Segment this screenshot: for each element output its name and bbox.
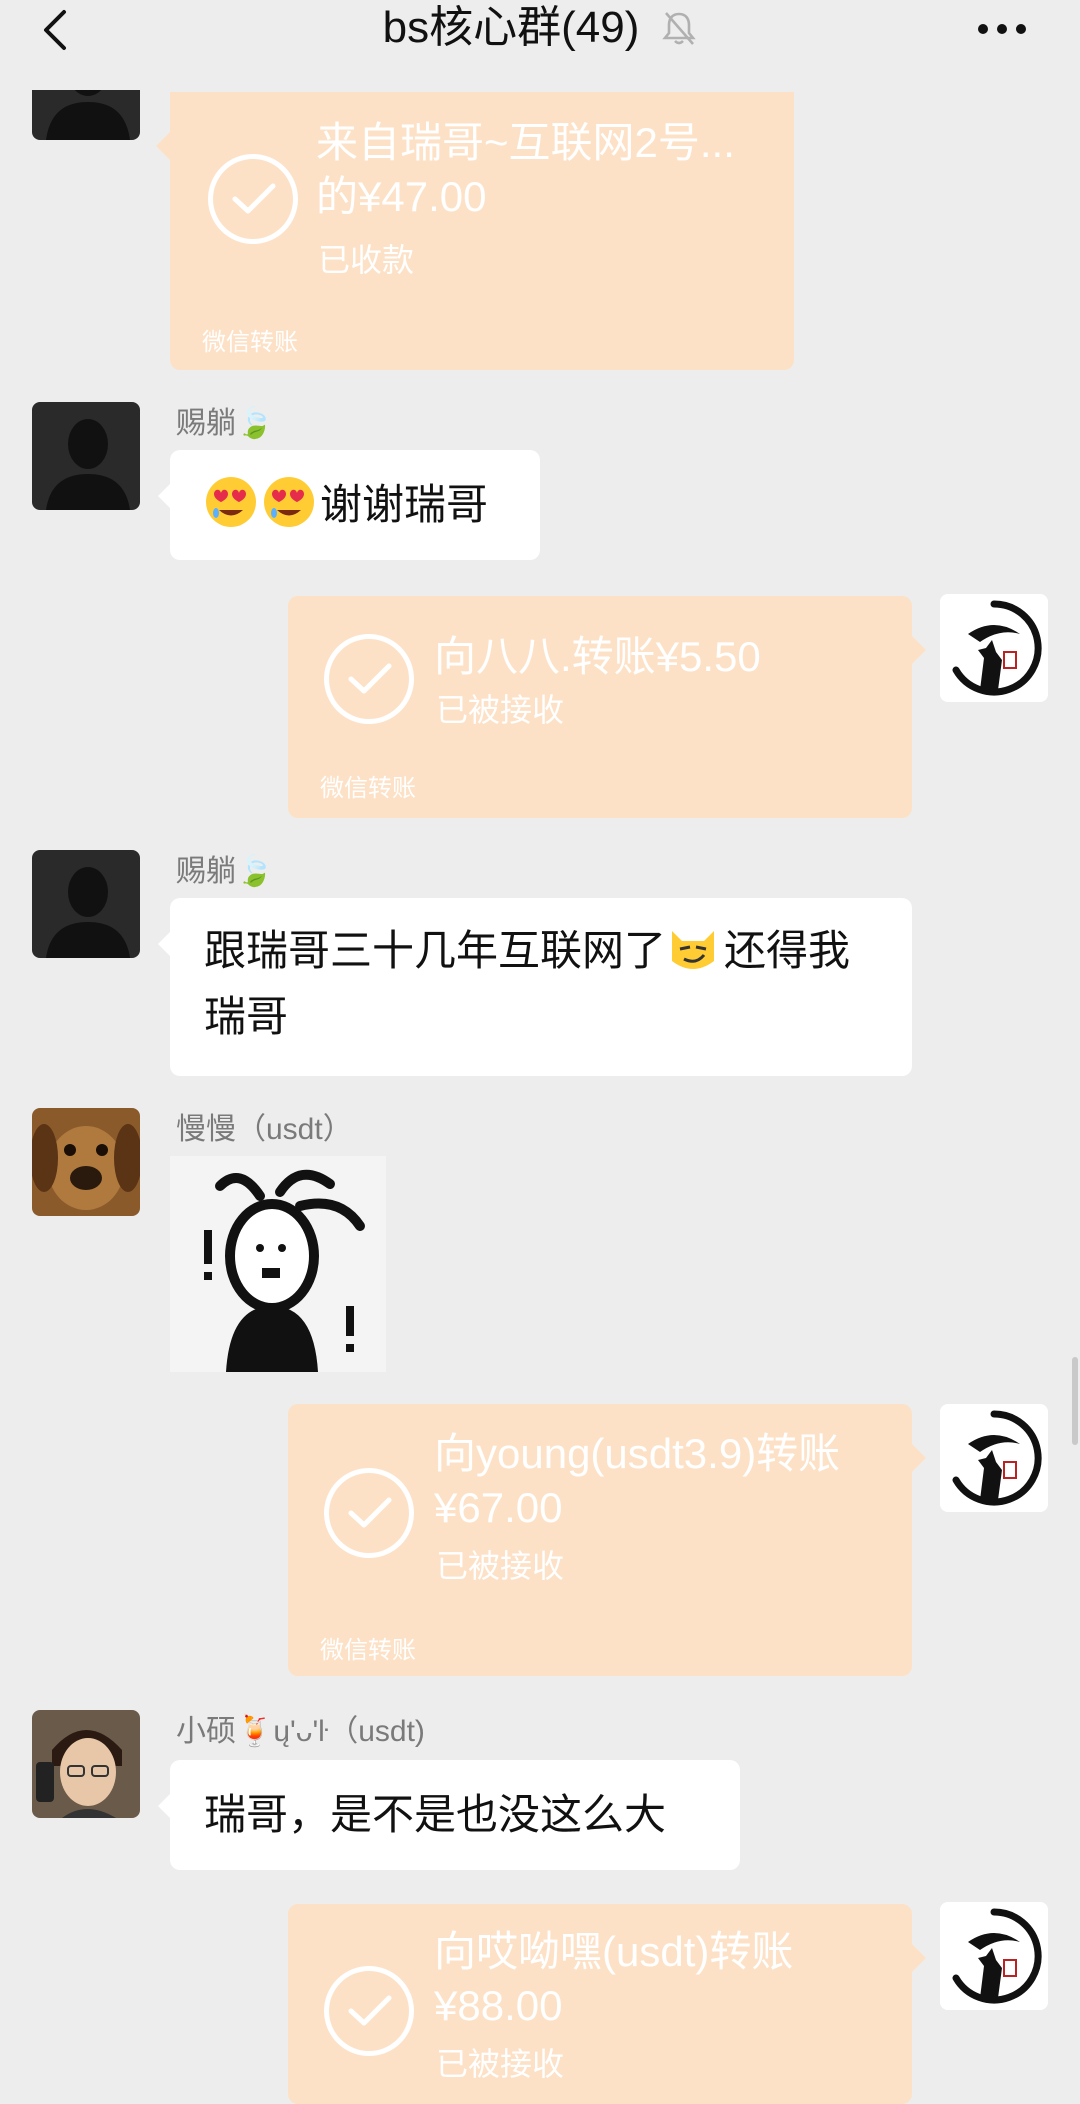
sender-name: 赐躺🍃 [176, 855, 274, 888]
transfer-footer: 微信转账 [320, 1637, 416, 1664]
avatar[interactable] [32, 402, 140, 510]
avatar[interactable] [32, 1710, 140, 1818]
chat-bubble[interactable]: 跟瑞哥三十几年互联网了 还得我瑞哥 [158, 898, 912, 1076]
transfer-amount: ¥67.00 [434, 1484, 563, 1531]
transfer-amount: 的¥47.00 [316, 173, 487, 220]
check-circle-icon [324, 1468, 414, 1558]
transfer-status: 已被接收 [436, 1548, 565, 1584]
transfer-card[interactable]: 向哎呦嘿(usdt)转账 ¥88.00 已被接收 [288, 1904, 926, 2104]
heart-eyes-emoji [264, 477, 314, 527]
scrollbar[interactable] [1072, 1357, 1078, 1445]
check-circle-icon [324, 1966, 414, 2056]
transfer-status: 已收款 [318, 242, 415, 278]
check-circle-icon [208, 154, 298, 244]
exclaiming-stick-figure-sticker [170, 1156, 386, 1372]
my-avatar[interactable] [940, 1404, 1048, 1512]
sticker-image[interactable] [170, 1156, 386, 1372]
heart-eyes-emoji [206, 477, 256, 527]
chat-bubble[interactable]: 谢谢瑞哥 [158, 450, 540, 560]
silhouette-avatar-image [32, 402, 140, 510]
chat-header: bs核心群(49) [0, 0, 1080, 62]
message-text: 跟瑞哥三十几年互联网了 [204, 927, 667, 974]
sender-name: 赐躺🍃 [176, 407, 274, 440]
message-text: 瑞哥，是不是也没这么大 [204, 1791, 667, 1838]
transfer-from-label: 来自瑞哥~互联网2号... [316, 119, 735, 166]
wolf-logo-avatar-image [940, 1404, 1048, 1512]
more-dots-icon[interactable] [976, 22, 1028, 36]
transfer-footer: 微信转账 [202, 329, 298, 356]
transfer-amount: ¥88.00 [434, 1982, 563, 2029]
check-circle-icon [324, 634, 414, 724]
my-avatar[interactable] [940, 594, 1048, 702]
transfer-to-label: 向八八.转账¥5.50 [434, 633, 761, 680]
transfer-to-label: 向哎呦嘿(usdt)转账 [434, 1928, 794, 1975]
chat-bubble[interactable]: 瑞哥，是不是也没这么大 [158, 1760, 740, 1870]
my-avatar[interactable] [940, 1902, 1048, 2010]
sender-name: 慢慢（usdt） [176, 1113, 353, 1146]
transfer-footer: 微信转账 [320, 775, 416, 802]
wolf-logo-avatar-image [940, 594, 1048, 702]
transfer-card[interactable]: 向八八.转账¥5.50 已被接收 微信转账 [288, 596, 926, 818]
dog-avatar-image [32, 1108, 140, 1216]
sender-name: 小硕🍹ų'ᴗ'ŀ（usdt) [176, 1715, 425, 1748]
transfer-status: 已被接收 [436, 692, 565, 728]
transfer-status: 已被接收 [436, 2046, 565, 2082]
avatar[interactable] [32, 1108, 140, 1216]
transfer-card[interactable]: 向young(usdt3.9)转账 ¥67.00 已被接收 微信转账 [288, 1404, 926, 1676]
transfer-to-label: 向young(usdt3.9)转账 [434, 1430, 841, 1477]
transfer-card[interactable]: 来自瑞哥~互联网2号... 的¥47.00 已收款 微信转账 [156, 92, 794, 370]
smirking-cat-emoji [672, 931, 715, 969]
bell-muted-icon [662, 12, 697, 45]
silhouette-avatar-image [32, 850, 140, 958]
chat-title[interactable]: bs核心群(49) [383, 2, 640, 54]
message-text: 谢谢瑞哥 [320, 481, 489, 528]
wolf-logo-avatar-image [940, 1902, 1048, 2010]
person-avatar-image [32, 1710, 140, 1818]
avatar[interactable] [32, 850, 140, 958]
